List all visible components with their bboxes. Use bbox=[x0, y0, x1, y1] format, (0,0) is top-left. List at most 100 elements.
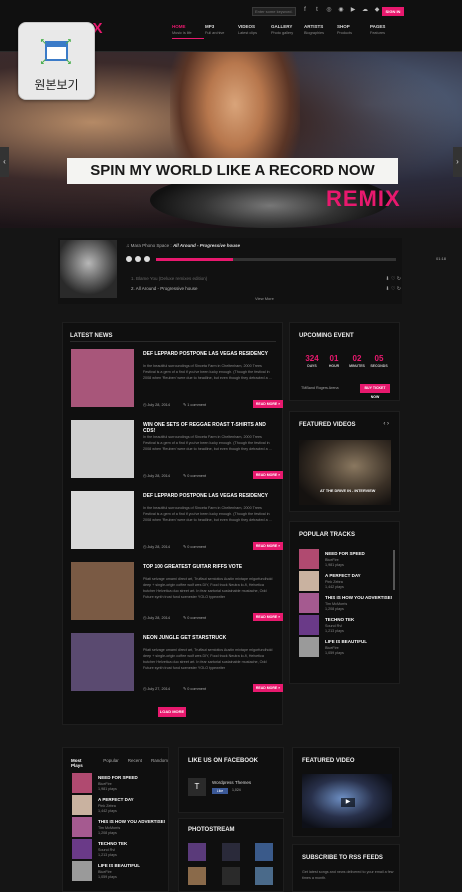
video-carousel-arrows-icon[interactable]: ‹ › bbox=[383, 421, 389, 427]
track-name[interactable]: A PERFECT DAY bbox=[325, 573, 361, 578]
soundcloud-icon[interactable]: ☁ bbox=[362, 6, 368, 14]
post-image[interactable] bbox=[71, 349, 134, 407]
youtube-icon[interactable]: ▶ bbox=[350, 6, 356, 14]
nav-item-pages[interactable]: PAGES Features bbox=[370, 24, 402, 39]
post-comments[interactable]: ✎ 0 comment bbox=[183, 686, 206, 691]
load-more-button[interactable]: LOAD MORE bbox=[158, 707, 186, 717]
play-icon[interactable] bbox=[135, 256, 141, 262]
nav-item-home[interactable]: HOME Music is life bbox=[172, 24, 204, 39]
track-name[interactable]: THIS IS HOW YOU ADVERTISE! bbox=[325, 595, 392, 600]
photo-thumbnail[interactable] bbox=[255, 867, 273, 885]
nav-item-mp3[interactable]: MP3 Full archive bbox=[205, 24, 237, 39]
download-icon[interactable]: ⬇ ♡ ↻ bbox=[385, 286, 401, 292]
track-item[interactable]: LIFE IS BEAUTIFUL BlueFire 1,059 plays bbox=[72, 861, 167, 883]
post-image[interactable] bbox=[71, 562, 134, 620]
track-name[interactable]: THIS IS HOW YOU ADVERTISE! bbox=[98, 819, 165, 824]
next-icon[interactable] bbox=[144, 256, 150, 262]
track-thumbnail[interactable] bbox=[72, 861, 92, 881]
playlist-item[interactable]: 2. All Around - Progressive house ⬇ ♡ ↻ bbox=[131, 286, 401, 292]
post-title[interactable]: DEF LEPPARD POSTPONE LAS VEGAS RESIDENCY bbox=[143, 351, 277, 357]
video-caption[interactable]: AT THE DRIVE IN - INTERVIEW bbox=[320, 489, 375, 493]
track-name[interactable]: LIFE IS BEAUTIFUL bbox=[98, 863, 140, 868]
tab-recent[interactable]: Recent bbox=[128, 758, 142, 768]
twitter-icon[interactable]: t bbox=[314, 6, 320, 14]
photo-thumbnail[interactable] bbox=[255, 843, 273, 861]
video-thumbnail[interactable] bbox=[299, 440, 391, 505]
track-item[interactable]: A PERFECT DAY Pink Zebra 1,442 plays bbox=[72, 795, 167, 817]
track-thumbnail[interactable] bbox=[72, 839, 92, 859]
facebook-like-button[interactable]: Like bbox=[212, 788, 228, 794]
post-comments[interactable]: ✎ 1 comment bbox=[183, 402, 206, 407]
post-image[interactable] bbox=[71, 633, 134, 691]
post-comments[interactable]: ✎ 0 comment bbox=[183, 544, 206, 549]
view-more-link[interactable]: View More bbox=[255, 296, 274, 301]
read-more-button[interactable]: READ MORE » bbox=[253, 613, 283, 621]
photo-thumbnail[interactable] bbox=[222, 867, 240, 885]
search-input[interactable] bbox=[252, 7, 296, 16]
track-name[interactable]: LIFE IS BEAUTIFUL bbox=[325, 639, 367, 644]
prev-icon[interactable] bbox=[126, 256, 132, 262]
track-thumbnail[interactable] bbox=[299, 571, 319, 591]
countdown-value: 02 bbox=[352, 354, 362, 363]
track-item[interactable]: THIS IS HOW YOU ADVERTISE! Tim McMorris 1,… bbox=[299, 593, 394, 615]
post-title[interactable]: NEON JUNGLE GET STARSTRUCK bbox=[143, 635, 277, 641]
slider-next-arrow-icon[interactable]: › bbox=[453, 147, 462, 177]
read-more-button[interactable]: READ MORE » bbox=[253, 471, 283, 479]
track-name[interactable]: NEED FOR SPEED bbox=[98, 775, 138, 780]
download-icon[interactable]: ⬇ ♡ ↻ bbox=[385, 276, 401, 282]
post-title[interactable]: TOP 100 GREATEST GUITAR RIFFS VOTE bbox=[143, 564, 277, 570]
playlist-item[interactable]: 1. Blame You (Deluxe remixes edition) ⬇ ♡… bbox=[131, 276, 401, 282]
track-thumbnail[interactable] bbox=[299, 615, 319, 635]
post-comments[interactable]: ✎ 0 comment bbox=[183, 615, 206, 620]
read-more-button[interactable]: READ MORE » bbox=[253, 400, 283, 408]
track-item[interactable]: THIS IS HOW YOU ADVERTISE! Tim McMorris 1,… bbox=[72, 817, 167, 839]
dribbble-icon[interactable]: ◉ bbox=[338, 6, 344, 14]
slider-prev-arrow-icon[interactable]: ‹ bbox=[0, 147, 9, 177]
tab-most-plays[interactable]: Most Plays bbox=[71, 758, 94, 768]
track-item[interactable]: A PERFECT DAY Pink Zebra 1,442 plays bbox=[299, 571, 394, 593]
tab-random[interactable]: Random bbox=[151, 758, 168, 768]
countdown-hours: 01 HOUR bbox=[323, 354, 345, 368]
track-thumbnail[interactable] bbox=[299, 593, 319, 613]
track-name[interactable]: TECHNO TEK bbox=[325, 617, 354, 622]
post-image[interactable] bbox=[71, 420, 134, 478]
nav-item-artists[interactable]: ARTISTS Biographies bbox=[304, 24, 336, 39]
original-view-button[interactable]: ↖ ↗ ↙ ↘ 원본보기 bbox=[18, 22, 95, 100]
instagram-icon[interactable]: ◎ bbox=[326, 6, 332, 14]
progress-bar[interactable] bbox=[156, 258, 396, 261]
track-thumbnail[interactable] bbox=[72, 773, 92, 793]
nav-item-shop[interactable]: SHOP Products bbox=[337, 24, 369, 39]
nav-item-videos[interactable]: VIDEOS Latest clips bbox=[238, 24, 270, 39]
track-item[interactable]: NEED FOR SPEED BlueFire 1,981 plays bbox=[72, 773, 167, 795]
photo-thumbnail[interactable] bbox=[188, 843, 206, 861]
facebook-page-name[interactable]: Wordpress Themes bbox=[212, 780, 251, 785]
main-nav: HOME Music is life MP3 Full archive VIDEOS… bbox=[172, 24, 403, 39]
track-thumbnail[interactable] bbox=[299, 637, 319, 657]
post-title[interactable]: DEF LEPPARD POSTPONE LAS VEGAS RESIDENCY bbox=[143, 493, 277, 499]
post-title[interactable]: WIN ONE SETS OF REGGAE ROAST T-SHIRTS AN… bbox=[143, 422, 277, 434]
expand-arrow-icon: ↖ bbox=[40, 37, 47, 46]
photo-thumbnail[interactable] bbox=[188, 867, 206, 885]
track-thumbnail[interactable] bbox=[72, 817, 92, 837]
track-item[interactable]: LIFE IS BEAUTIFUL BlueFire 1,059 plays bbox=[299, 637, 394, 659]
buy-ticket-button[interactable]: BUY TICKET NOW bbox=[360, 384, 390, 399]
post-comments[interactable]: ✎ 0 comment bbox=[183, 473, 206, 478]
read-more-button[interactable]: READ MORE » bbox=[253, 542, 283, 550]
tab-popular[interactable]: Popular bbox=[103, 758, 119, 768]
read-more-button[interactable]: READ MORE » bbox=[253, 684, 283, 692]
post-image[interactable] bbox=[71, 491, 134, 549]
facebook-icon[interactable]: f bbox=[302, 6, 308, 14]
nav-item-gallery[interactable]: GALLERY Photo gallery bbox=[271, 24, 303, 39]
track-thumbnail[interactable] bbox=[299, 549, 319, 569]
play-icon[interactable]: ▶ bbox=[341, 798, 355, 807]
photo-thumbnail[interactable] bbox=[222, 843, 240, 861]
track-name[interactable]: TECHNO TEK bbox=[98, 841, 127, 846]
vimeo-icon[interactable]: ◆ bbox=[374, 6, 380, 14]
track-name[interactable]: NEED FOR SPEED bbox=[325, 551, 365, 556]
track-item[interactable]: TECHNO TEK Sound Rvl 1,213 plays bbox=[299, 615, 394, 637]
track-thumbnail[interactable] bbox=[72, 795, 92, 815]
track-item[interactable]: NEED FOR SPEED BlueFire 1,981 plays bbox=[299, 549, 394, 571]
track-name[interactable]: A PERFECT DAY bbox=[98, 797, 134, 802]
track-item[interactable]: TECHNO TEK Sound Rvl 1,213 plays bbox=[72, 839, 167, 861]
sign-in-button[interactable]: SIGN IN bbox=[382, 7, 404, 16]
